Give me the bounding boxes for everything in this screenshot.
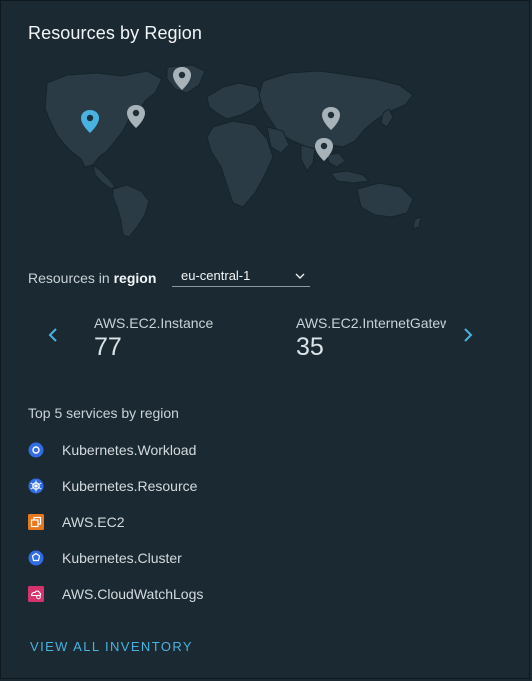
chevron-down-icon (295, 273, 305, 279)
region-select-value: eu-central-1 (181, 268, 251, 283)
region-indonesia (330, 170, 371, 184)
carousel-next-button[interactable] (461, 327, 475, 343)
chevron-left-icon (48, 328, 57, 342)
resource-carousel: AWS.EC2.Instance 77 AWS.EC2.InternetGate… (94, 315, 446, 367)
top-services-title: Top 5 services by region (28, 405, 179, 421)
resources-by-region-card: Resources by Region Resources in region … (0, 0, 530, 679)
region-filter-label: Resources in region (28, 270, 156, 286)
resource-metric-value: 77 (94, 333, 122, 361)
aws-cloudwatch-logs-icon (28, 586, 44, 602)
card-title: Resources by Region (28, 23, 202, 43)
world-map (44, 64, 422, 238)
region-new-zealand (412, 216, 422, 230)
kubernetes-cluster-icon (28, 550, 44, 566)
continent-central-america (92, 163, 116, 190)
region-label-bold: region (113, 270, 157, 286)
resource-metric-label: AWS.EC2.InternetGateway (296, 315, 446, 331)
chevron-right-icon (464, 328, 473, 342)
region-select[interactable]: eu-central-1 (172, 265, 310, 287)
aws-ec2-icon (28, 514, 44, 530)
continent-africa (206, 120, 274, 208)
region-india (300, 144, 316, 172)
service-item[interactable]: AWS.CloudWatchLogs (28, 585, 203, 603)
service-item[interactable]: Kubernetes.Resource (28, 477, 197, 495)
service-label: Kubernetes.Resource (62, 478, 198, 494)
carousel-prev-button[interactable] (46, 327, 60, 343)
continent-south-america (112, 184, 150, 238)
region-southeast-asia (326, 152, 346, 168)
service-item[interactable]: AWS.EC2 (28, 513, 125, 531)
region-filter-row: Resources in region eu-central-1 (28, 267, 310, 289)
map-pin-north-america-east[interactable] (127, 105, 145, 128)
continent-europe (206, 82, 264, 120)
service-label: Kubernetes.Workload (62, 442, 197, 458)
service-item[interactable]: Kubernetes.Cluster (28, 549, 182, 567)
kubernetes-resource-icon (28, 478, 44, 494)
kubernetes-workload-icon (28, 442, 44, 458)
resource-metric-value: 35 (296, 333, 324, 361)
service-label: Kubernetes.Cluster (62, 550, 182, 566)
view-all-inventory-link[interactable]: VIEW ALL INVENTORY (30, 639, 193, 654)
continent-australia (356, 182, 414, 218)
service-label: AWS.CloudWatchLogs (62, 586, 204, 602)
region-label-prefix: Resources in (28, 270, 110, 286)
resource-metric: AWS.EC2.InternetGateway 35 (296, 315, 446, 362)
resource-metric: AWS.EC2.Instance 77 (94, 315, 213, 362)
resource-metric-label: AWS.EC2.Instance (94, 315, 214, 331)
continent-north-america (44, 70, 163, 168)
service-item[interactable]: Kubernetes.Workload (28, 441, 196, 459)
service-label: AWS.EC2 (62, 514, 125, 530)
